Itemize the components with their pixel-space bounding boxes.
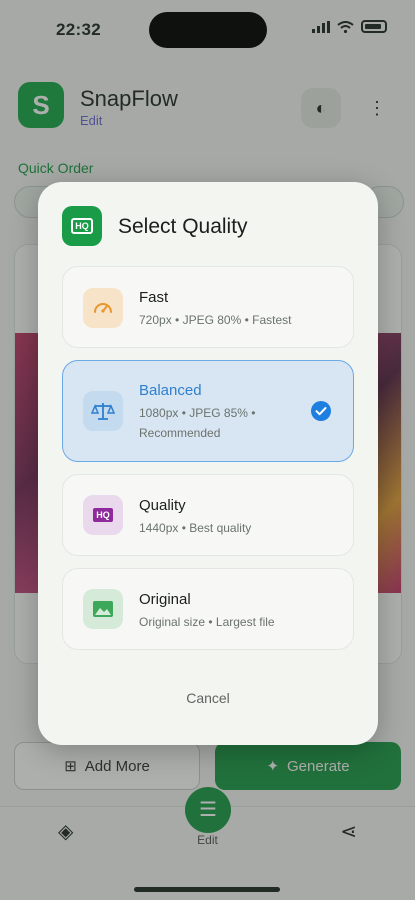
quality-option-balanced[interactable]: Balanced 1080px • JPEG 85% • Recommended — [62, 360, 354, 462]
option-name: Original — [139, 591, 191, 608]
option-name: Quality — [139, 497, 186, 514]
hq-icon: HQ — [83, 495, 123, 535]
option-name: Balanced — [139, 382, 202, 399]
quality-option-original[interactable]: Original Original size • Largest file — [62, 568, 354, 650]
image-icon — [83, 589, 123, 629]
hq-badge: HQ — [93, 508, 113, 522]
quality-option-quality[interactable]: HQ Quality 1440px • Best quality — [62, 474, 354, 556]
check-icon — [311, 401, 331, 421]
cancel-button[interactable]: Cancel — [38, 690, 378, 706]
hd-badge-icon: HQ — [71, 218, 93, 234]
option-desc: 1080px • JPEG 85% • Recommended — [139, 406, 256, 440]
dialog-title: Select Quality — [118, 215, 248, 238]
dialog-hd-icon: HQ — [62, 206, 102, 246]
quality-dialog: HQ Select Quality Fast 720px • JPEG 80% … — [38, 182, 378, 745]
speedometer-icon — [83, 288, 123, 328]
option-desc: 1440px • Best quality — [139, 521, 252, 535]
option-name: Fast — [139, 289, 169, 306]
option-desc: Original size • Largest file — [139, 615, 275, 629]
balance-scale-icon — [83, 391, 123, 431]
option-desc: 720px • JPEG 80% • Fastest — [139, 313, 292, 327]
quality-option-fast[interactable]: Fast 720px • JPEG 80% • Fastest — [62, 266, 354, 348]
